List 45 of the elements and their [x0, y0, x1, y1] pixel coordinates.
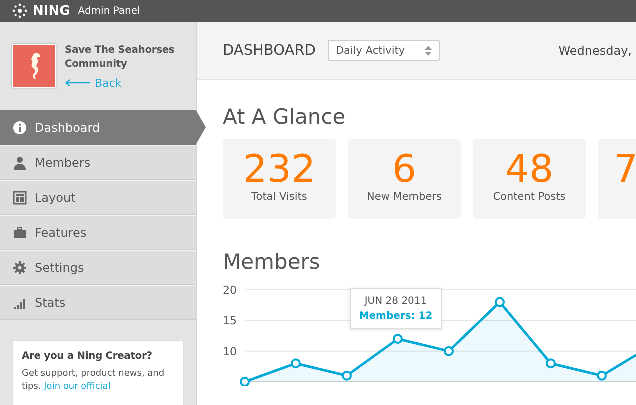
stat-value: 7: [614, 147, 636, 191]
sun-dots-icon: [12, 3, 28, 19]
tooltip-date: JUN 28 2011: [363, 295, 428, 309]
promo-title: Are you a Ning Creator?: [22, 351, 154, 362]
data-point[interactable]: [495, 297, 505, 308]
arrow-left-icon: [65, 79, 91, 87]
page-title: DASHBOARD: [223, 42, 316, 58]
stat-label: Total Visits: [252, 191, 308, 203]
data-point[interactable]: [240, 377, 250, 386]
nav-item[interactable]: Settings: [0, 250, 196, 285]
axis-label: 10: [223, 345, 237, 358]
stat-value: 232: [243, 147, 316, 191]
axis-label: 15: [223, 314, 237, 328]
logo-text: NING: [33, 4, 70, 18]
community-name: Save The Seahorses Community: [65, 44, 176, 72]
stat-value: 48: [505, 147, 554, 191]
layout-icon: [13, 190, 27, 204]
date-text: Wednesday,: [558, 44, 633, 58]
app-title: Admin Panel: [78, 6, 140, 16]
settings-icon: [13, 260, 27, 274]
nav-item[interactable]: Features: [0, 215, 196, 250]
data-point[interactable]: [393, 334, 403, 344]
seahorse-icon: [12, 44, 56, 88]
data-point[interactable]: [597, 370, 607, 381]
tooltip-value: Members: 12: [358, 310, 434, 324]
up-down-caret-icon: [424, 46, 432, 56]
nav-item[interactable]: Stats: [0, 285, 196, 320]
stat-value: 6: [392, 147, 417, 191]
nav-item[interactable]: Layout: [0, 180, 196, 215]
nav-item[interactable]: Members: [0, 145, 196, 180]
promo-text: Get support, product news, and tips. Join our official: [22, 368, 166, 394]
data-point[interactable]: [342, 370, 352, 381]
stat-label: New Members: [367, 191, 442, 203]
activity-select[interactable]: Daily Activity: [328, 40, 440, 61]
data-point[interactable]: [444, 346, 454, 356]
briefcase-icon: [13, 226, 27, 240]
data-point[interactable]: [546, 358, 556, 369]
nav-item[interactable]: Dashboard: [0, 110, 206, 145]
stat-label: Content Posts: [493, 191, 566, 203]
section-title: At A Glance: [223, 104, 347, 130]
section-title: Members: [223, 249, 322, 275]
person-icon: [13, 156, 27, 170]
info-icon: [13, 120, 27, 134]
data-point[interactable]: [291, 358, 301, 369]
axis-label: 20: [223, 284, 237, 297]
